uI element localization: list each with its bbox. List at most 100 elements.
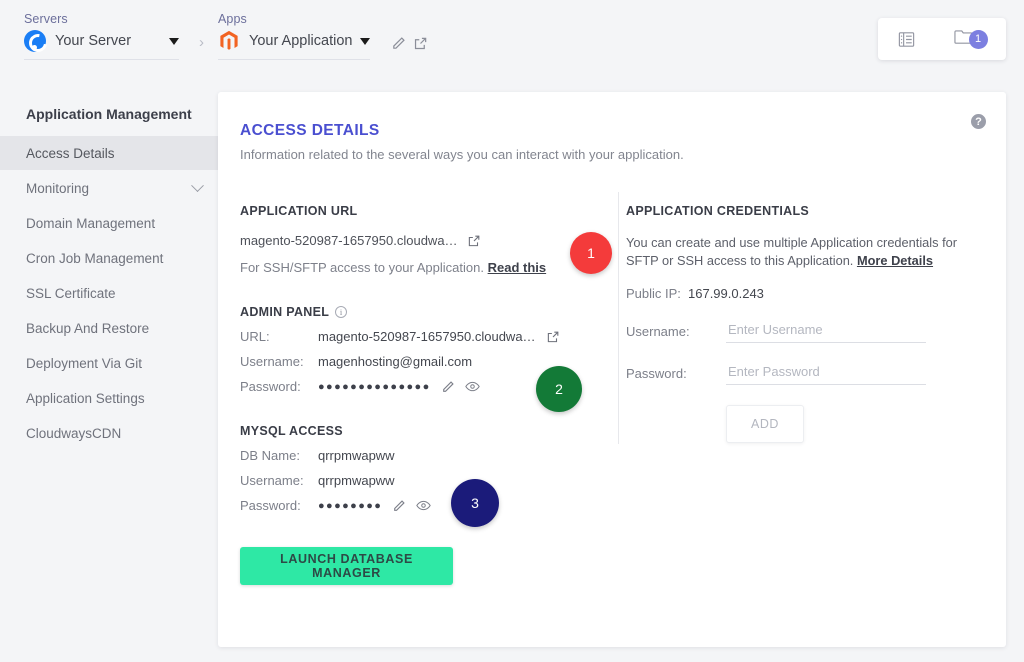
- add-credential-button[interactable]: ADD: [726, 405, 804, 443]
- mysql-access-heading: MYSQL ACCESS: [240, 424, 343, 438]
- right-column: APPLICATION CREDENTIALS You can create a…: [626, 204, 986, 443]
- app-name: Your Application: [249, 33, 353, 49]
- sidebar-item-domain-management[interactable]: Domain Management: [0, 206, 218, 240]
- public-ip-value: 167.99.0.243: [688, 286, 764, 301]
- admin-url-label: URL:: [240, 329, 270, 344]
- app-selector[interactable]: Your Application: [218, 30, 370, 60]
- server-name: Your Server: [55, 33, 132, 49]
- sidebar-item-label: Monitoring: [26, 180, 90, 196]
- ssh-sftp-note-text: For SSH/SFTP access to your Application.: [240, 260, 484, 275]
- sidebar-item-label: Domain Management: [26, 215, 156, 231]
- breadcrumb-separator: ›: [199, 34, 204, 51]
- top-bar: Servers Your Server › Apps Your Applicat…: [0, 0, 1024, 80]
- magento-logo-icon: [218, 30, 240, 52]
- credentials-password-label: Password:: [626, 366, 687, 381]
- sidebar-item-application-settings[interactable]: Application Settings: [0, 381, 218, 415]
- mysql-username-row: Username: qrrpmwapww: [240, 473, 600, 488]
- breadcrumb-app-label: Apps: [218, 12, 247, 26]
- mysql-password-label: Password:: [240, 498, 301, 513]
- mysql-dbname-value: qrrpmwapww: [318, 448, 395, 463]
- public-ip-label: Public IP:: [626, 286, 681, 301]
- sidebar-item-access-details[interactable]: Access Details: [0, 136, 218, 170]
- pencil-icon[interactable]: [441, 380, 455, 394]
- eye-icon[interactable]: [416, 499, 432, 512]
- sidebar-item-label: Cron Job Management: [26, 250, 164, 266]
- annotation-marker-number: 1: [587, 245, 595, 261]
- sidebar-item-label: Backup And Restore: [26, 320, 150, 336]
- access-details-card: ? ACCESS DETAILS Information related to …: [218, 92, 1006, 647]
- sidebar-item-cloudways-cdn[interactable]: CloudwaysCDN: [0, 416, 218, 450]
- annotation-marker-3: 3: [451, 479, 499, 527]
- breadcrumb-server: Servers Your Server: [24, 12, 179, 60]
- application-url-row: magento-520987-1657950.cloudwa…: [240, 233, 600, 248]
- annotation-marker-2: 2: [536, 366, 582, 412]
- annotation-marker-number: 3: [471, 495, 479, 511]
- sidebar-item-label: SSL Certificate: [26, 285, 116, 301]
- server-selector[interactable]: Your Server: [24, 30, 179, 60]
- notification-badge: 1: [968, 29, 988, 49]
- breadcrumb-app: Apps Your Application: [218, 12, 370, 60]
- sidebar-item-label: CloudwaysCDN: [26, 425, 122, 441]
- password-input[interactable]: [726, 361, 926, 385]
- sidebar-item-ssl-certificate[interactable]: SSL Certificate: [0, 276, 218, 310]
- admin-password-label: Password:: [240, 379, 301, 394]
- column-divider: [618, 192, 619, 444]
- pencil-icon[interactable]: [391, 36, 407, 52]
- breadcrumb-server-label: Servers: [24, 12, 68, 26]
- mysql-username-label: Username:: [240, 473, 304, 488]
- application-credentials-description: You can create and use multiple Applicat…: [626, 234, 986, 270]
- left-column: APPLICATION URL magento-520987-1657950.c…: [240, 204, 600, 513]
- sidebar-item-deployment-via-git[interactable]: Deployment Via Git: [0, 346, 218, 380]
- annotation-marker-1: 1: [570, 232, 612, 274]
- page-subtitle: Information related to the several ways …: [240, 147, 684, 162]
- info-circle-icon[interactable]: i: [335, 306, 348, 318]
- external-link-icon[interactable]: [467, 234, 481, 248]
- mysql-dbname-label: DB Name:: [240, 448, 300, 463]
- more-details-link[interactable]: More Details: [857, 253, 933, 268]
- list-icon[interactable]: [897, 30, 916, 49]
- sidebar-item-label: Deployment Via Git: [26, 355, 143, 371]
- sidebar-item-label: Application Settings: [26, 390, 145, 406]
- eye-icon[interactable]: [464, 380, 480, 393]
- admin-url-value: magento-520987-1657950.cloudwa…: [318, 329, 536, 344]
- credentials-username-field: Username:: [626, 319, 986, 343]
- chevron-down-icon: [191, 178, 204, 192]
- mysql-dbname-row: DB Name: qrrpmwapww: [240, 448, 600, 463]
- credentials-username-label: Username:: [626, 324, 690, 339]
- admin-password-value: ●●●●●●●●●●●●●●: [318, 380, 431, 393]
- sidebar-item-cron-job-management[interactable]: Cron Job Management: [0, 241, 218, 275]
- application-url-value: magento-520987-1657950.cloudwa…: [240, 233, 458, 248]
- sidebar: Application Management Access Details Mo…: [0, 80, 218, 662]
- mysql-password-value: ●●●●●●●●: [318, 499, 383, 512]
- public-ip-row: Public IP: 167.99.0.243: [626, 286, 986, 301]
- sidebar-item-monitoring[interactable]: Monitoring: [0, 171, 218, 205]
- question-mark-icon[interactable]: ?: [971, 114, 986, 129]
- admin-username-row: Username: magenhosting@gmail.com: [240, 354, 600, 369]
- read-this-link[interactable]: Read this: [488, 260, 547, 275]
- external-link-icon[interactable]: [546, 330, 560, 344]
- username-input[interactable]: [726, 319, 926, 343]
- mysql-password-row: Password: ●●●●●●●●: [240, 498, 600, 513]
- chevron-down-icon[interactable]: [169, 37, 179, 45]
- sidebar-item-backup-and-restore[interactable]: Backup And Restore: [0, 311, 218, 345]
- chevron-down-icon[interactable]: [360, 37, 370, 45]
- mysql-username-value: qrrpmwapww: [318, 473, 395, 488]
- credentials-password-field: Password:: [626, 361, 986, 385]
- launch-database-manager-button[interactable]: LAUNCH DATABASE MANAGER: [240, 547, 453, 585]
- sidebar-item-label: Access Details: [26, 145, 115, 161]
- admin-panel-heading: ADMIN PANEL i: [240, 305, 600, 319]
- page-title: ACCESS DETAILS: [240, 122, 380, 139]
- application-credentials-heading: APPLICATION CREDENTIALS: [626, 204, 810, 218]
- external-link-icon[interactable]: [413, 36, 429, 52]
- application-url-heading: APPLICATION URL: [240, 204, 358, 218]
- annotation-marker-number: 2: [555, 381, 563, 397]
- top-right-toolbar: 1: [878, 18, 1006, 60]
- admin-username-value: magenhosting@gmail.com: [318, 354, 473, 369]
- folder-notifications[interactable]: 1: [953, 27, 988, 51]
- admin-username-label: Username:: [240, 354, 304, 369]
- pencil-icon[interactable]: [392, 499, 406, 513]
- admin-url-row: URL: magento-520987-1657950.cloudwa…: [240, 329, 600, 344]
- ssh-sftp-note: For SSH/SFTP access to your Application.…: [240, 260, 600, 275]
- digitalocean-logo-icon: [24, 30, 46, 52]
- sidebar-title: Application Management: [26, 106, 192, 122]
